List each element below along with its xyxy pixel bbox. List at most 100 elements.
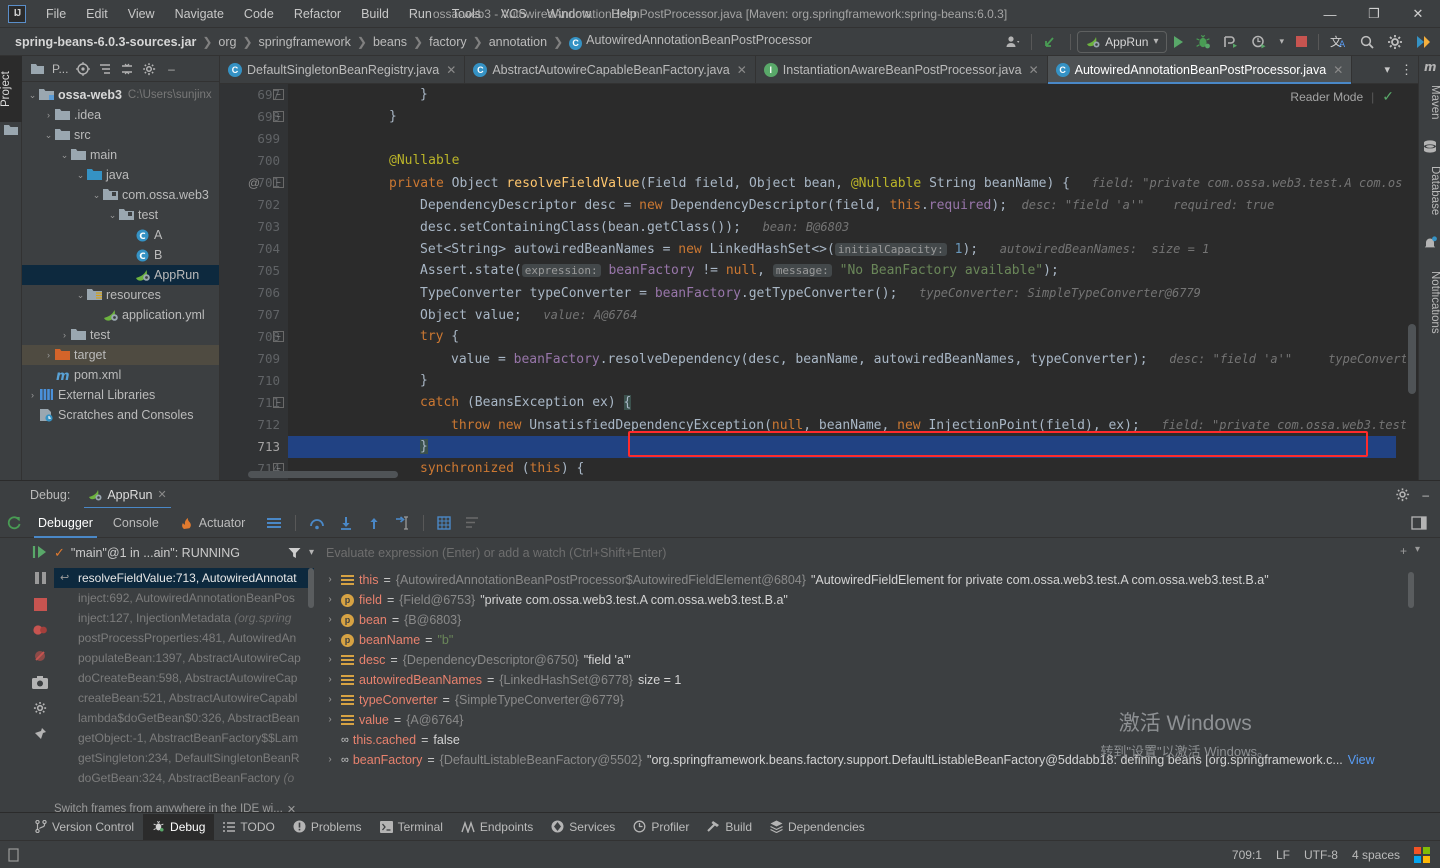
run-to-cursor-icon[interactable] bbox=[390, 512, 415, 534]
variable-row[interactable]: › p field = {Field@6753} "private com.ossa… bbox=[318, 590, 1418, 610]
run-icon[interactable] bbox=[1169, 31, 1188, 53]
stack-frame-row[interactable]: populateBean:1397, AbstractAutowireCap bbox=[54, 648, 314, 668]
tree-node-application-yml[interactable]: application.yml bbox=[22, 305, 219, 325]
tree-expand-toggle[interactable]: ⌄ bbox=[74, 289, 87, 302]
tree-expand-toggle[interactable]: › bbox=[26, 389, 39, 402]
breadcrumb-annotation[interactable]: annotation bbox=[486, 33, 550, 51]
line-number[interactable]: 710 bbox=[228, 370, 288, 392]
tree-node-scratches-and-consoles[interactable]: Scratches and Consoles bbox=[22, 405, 219, 425]
sidebar-item-project[interactable]: Project bbox=[0, 56, 22, 122]
tree-node-com-ossa-web3[interactable]: ⌄ com.ossa.web3 bbox=[22, 185, 219, 205]
chevron-down-icon[interactable]: ▾ bbox=[1153, 36, 1158, 47]
add-watch-icon[interactable]: + bbox=[1400, 544, 1407, 558]
ide-assistant-icon[interactable] bbox=[1410, 31, 1436, 53]
stack-frame-row[interactable]: getObject:-1, AbstractBeanFactory$$Lam bbox=[54, 728, 314, 748]
translate-icon[interactable]: 文A bbox=[1325, 31, 1352, 53]
stack-frame-row[interactable]: inject:692, AutowiredAnnotationBeanPos bbox=[54, 588, 314, 608]
editor-tab-1[interactable]: C AbstractAutowireCapableBeanFactory.jav… bbox=[465, 56, 756, 83]
code-line-707[interactable]: Object value; value: A@6764 bbox=[288, 304, 1396, 326]
step-into-icon[interactable] bbox=[334, 512, 358, 534]
layout-settings-icon[interactable] bbox=[261, 512, 287, 534]
tree-node-ossa-web3[interactable]: ⌄ ossa-web3 C:\Users\sunjinx bbox=[22, 85, 219, 105]
rerun-button[interactable] bbox=[0, 515, 28, 531]
chevron-down-icon[interactable]: ▾ bbox=[1415, 544, 1420, 558]
debug-session-tab[interactable]: AppRun ✕ bbox=[84, 481, 172, 509]
bottom-tab-services[interactable]: Services bbox=[542, 814, 624, 840]
line-number[interactable]: 706 bbox=[228, 282, 288, 304]
code-line-709[interactable]: value = beanFactory.resolveDependency(de… bbox=[288, 348, 1415, 370]
line-number[interactable]: 713 bbox=[228, 436, 288, 458]
line-number[interactable]: 703 bbox=[228, 216, 288, 238]
close-button[interactable]: ✕ bbox=[1396, 0, 1440, 28]
tree-expand-toggle[interactable]: ⌄ bbox=[74, 169, 87, 182]
bottom-tab-debug[interactable]: Debug bbox=[143, 813, 215, 840]
line-separator[interactable]: LF bbox=[1276, 848, 1290, 862]
maximize-button[interactable]: ❐ bbox=[1352, 0, 1396, 28]
line-number[interactable]: 702 bbox=[228, 194, 288, 216]
menu-window[interactable]: Window bbox=[537, 4, 601, 24]
variable-row[interactable]: › p bean = {B@6803} bbox=[318, 610, 1418, 630]
code-line-710[interactable]: } bbox=[288, 370, 1396, 392]
menu-refactor[interactable]: Refactor bbox=[284, 4, 351, 24]
frames-list[interactable]: ↩ resolveFieldValue:713, AutowiredAnnotat… bbox=[54, 568, 314, 808]
variable-expand-toggle[interactable]: › bbox=[324, 570, 336, 590]
stack-frame-row[interactable]: lambda$doGetBean$0:326, AbstractBean bbox=[54, 708, 314, 728]
variable-row[interactable]: › ∞ beanFactory = {DefaultListableBeanFact… bbox=[318, 750, 1418, 770]
menu-vcs[interactable]: VCS bbox=[491, 4, 537, 24]
line-number[interactable]: 704 bbox=[228, 238, 288, 260]
thread-selector[interactable]: ✓ "main"@1 in ...ain": RUNNING ▾ bbox=[54, 542, 314, 564]
profile-icon[interactable] bbox=[1246, 31, 1272, 53]
menu-navigate[interactable]: Navigate bbox=[165, 4, 234, 24]
close-icon[interactable]: ✕ bbox=[158, 488, 167, 501]
view-value-link[interactable]: View bbox=[1348, 750, 1375, 770]
evaluate-expression-icon[interactable] bbox=[432, 512, 456, 534]
code-fold-toggle[interactable]: − bbox=[273, 331, 284, 342]
line-number[interactable]: 709 bbox=[228, 348, 288, 370]
code-line-713[interactable]: } bbox=[288, 436, 1396, 458]
bottom-tab-dependencies[interactable]: Dependencies bbox=[761, 814, 874, 840]
frames-scroll-thumb[interactable] bbox=[308, 568, 314, 608]
code-line-700[interactable]: @Nullable bbox=[288, 150, 1396, 172]
user-settings-icon[interactable] bbox=[1000, 31, 1025, 53]
breadcrumb-class[interactable]: C AutowiredAnnotationBeanPostProcessor bbox=[566, 31, 815, 52]
code-line-705[interactable]: Assert.state(expression: beanFactory != … bbox=[288, 260, 1396, 282]
inspection-ok-icon[interactable]: ✓ bbox=[1382, 88, 1394, 105]
code-fold-toggle[interactable]: − bbox=[273, 111, 284, 122]
tree-node-src[interactable]: ⌄ src bbox=[22, 125, 219, 145]
tree-expand-toggle[interactable]: › bbox=[42, 349, 55, 362]
step-over-icon[interactable] bbox=[304, 512, 330, 534]
tree-node-b[interactable]: CB bbox=[22, 245, 219, 265]
menu-build[interactable]: Build bbox=[351, 4, 399, 24]
line-number[interactable]: 699 bbox=[228, 128, 288, 150]
tree-expand-toggle[interactable]: › bbox=[42, 109, 55, 122]
stop-program-icon[interactable] bbox=[30, 594, 50, 614]
hide-panel-icon[interactable]: – bbox=[160, 58, 182, 80]
code-line-708[interactable]: try { bbox=[288, 326, 1396, 348]
stack-frame-row[interactable]: doGetBean:324, AbstractBeanFactory (o bbox=[54, 768, 314, 788]
editor-scrollbar[interactable] bbox=[1406, 84, 1418, 480]
debug-settings-icon[interactable] bbox=[30, 698, 50, 718]
tree-expand-toggle[interactable]: ⌄ bbox=[58, 149, 71, 162]
editor-gutter[interactable]: 697−698−699 700 701 @ −702 703 704 705 706 707 708… bbox=[220, 84, 288, 480]
memory-indicator-icon[interactable] bbox=[8, 847, 21, 862]
stack-frame-row[interactable]: getSingleton:234, DefaultSingletonBeanR bbox=[54, 748, 314, 768]
evaluate-expression-input[interactable]: Evaluate expression (Enter) or add a wat… bbox=[320, 542, 1380, 564]
tree-expand-toggle[interactable]: ⌄ bbox=[106, 209, 119, 222]
file-encoding[interactable]: UTF-8 bbox=[1304, 848, 1338, 862]
code-fold-toggle[interactable]: − bbox=[273, 89, 284, 100]
variable-expand-toggle[interactable]: › bbox=[324, 670, 336, 690]
run-configuration-selector[interactable]: AppRun ▾ bbox=[1077, 30, 1168, 53]
code-line-704[interactable]: Set<String> autowiredBeanNames = new Lin… bbox=[288, 238, 1396, 260]
variable-row[interactable]: › value = {A@6764} bbox=[318, 710, 1418, 730]
stack-frame-row[interactable]: doCreateBean:598, AbstractAutowireCap bbox=[54, 668, 314, 688]
variable-expand-toggle[interactable]: › bbox=[324, 630, 336, 650]
variable-expand-toggle[interactable]: › bbox=[324, 690, 336, 710]
code-line-703[interactable]: desc.setContainingClass(bean.getClass())… bbox=[288, 216, 1396, 238]
code-line-706[interactable]: TypeConverter typeConverter = beanFactor… bbox=[288, 282, 1396, 304]
restore-layout-icon[interactable] bbox=[1406, 512, 1432, 534]
tree-node--idea[interactable]: › .idea bbox=[22, 105, 219, 125]
menu-edit[interactable]: Edit bbox=[76, 4, 118, 24]
close-icon[interactable]: ✕ bbox=[1029, 63, 1039, 77]
tree-node-external-libraries[interactable]: › External Libraries bbox=[22, 385, 219, 405]
code-line-697[interactable]: } bbox=[288, 84, 1396, 106]
